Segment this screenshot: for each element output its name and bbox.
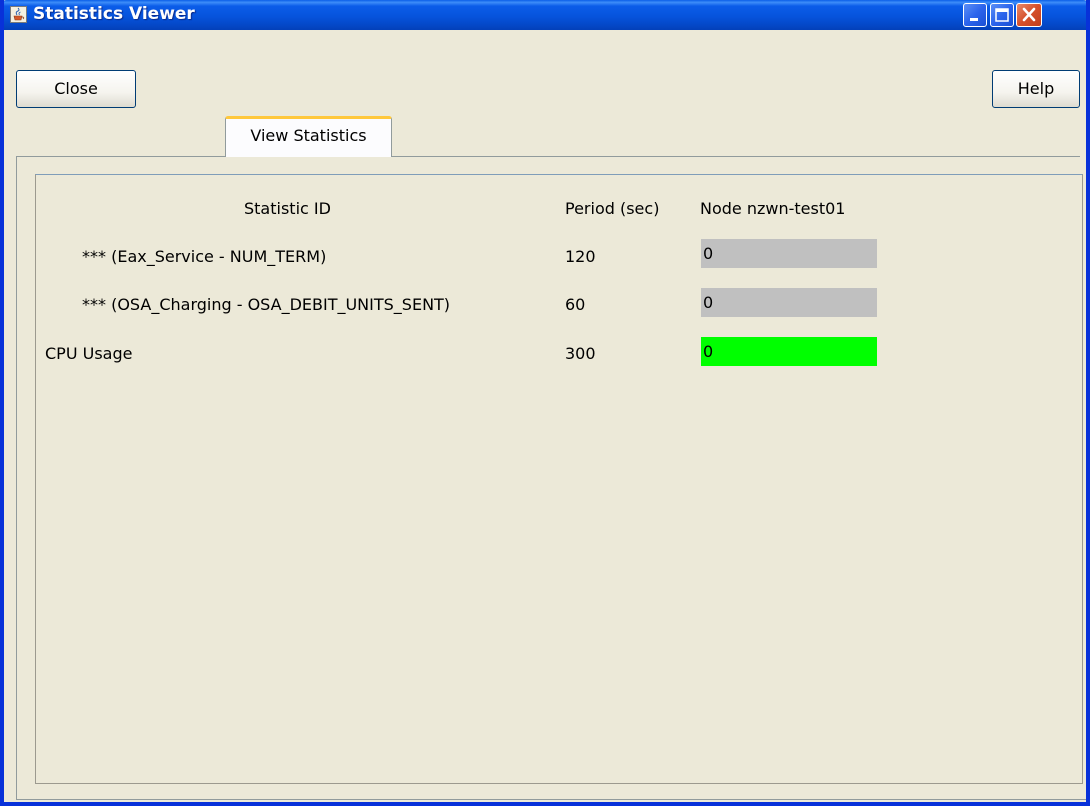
row-statistic-id: *** (OSA_Charging - OSA_DEBIT_UNITS_SENT…: [82, 295, 451, 314]
title-bar[interactable]: Statistics Viewer: [4, 0, 1086, 30]
minimize-button[interactable]: [963, 3, 987, 27]
column-header-period: Period (sec): [565, 199, 660, 218]
row-value-indicator: 0: [701, 239, 877, 268]
help-button[interactable]: Help: [992, 70, 1080, 108]
column-header-node: Node nzwn-test01: [700, 199, 846, 218]
row-statistic-id: CPU Usage: [45, 344, 133, 363]
row-period: 60: [565, 295, 586, 314]
row-period: 300: [565, 344, 596, 363]
statistics-viewer-window: Statistics Viewer Close Help View Statis…: [0, 0, 1090, 806]
close-window-button[interactable]: [1016, 3, 1042, 27]
java-cup-icon: [10, 6, 27, 23]
row-value-indicator: 0: [701, 288, 877, 317]
maximize-button[interactable]: [990, 3, 1014, 27]
row-statistic-id: *** (Eax_Service - NUM_TERM): [82, 247, 327, 266]
row-value-indicator: 0: [701, 337, 877, 366]
tab-view-statistics[interactable]: View Statistics: [225, 116, 392, 157]
window-title: Statistics Viewer: [33, 4, 195, 24]
statistics-table: Statistic ID Period (sec) Node nzwn-test…: [35, 174, 1083, 784]
row-period: 120: [565, 247, 596, 266]
column-header-statistic-id: Statistic ID: [244, 199, 331, 218]
tab-content-panel: Statistic ID Period (sec) Node nzwn-test…: [16, 157, 1086, 800]
close-button[interactable]: Close: [16, 70, 136, 108]
